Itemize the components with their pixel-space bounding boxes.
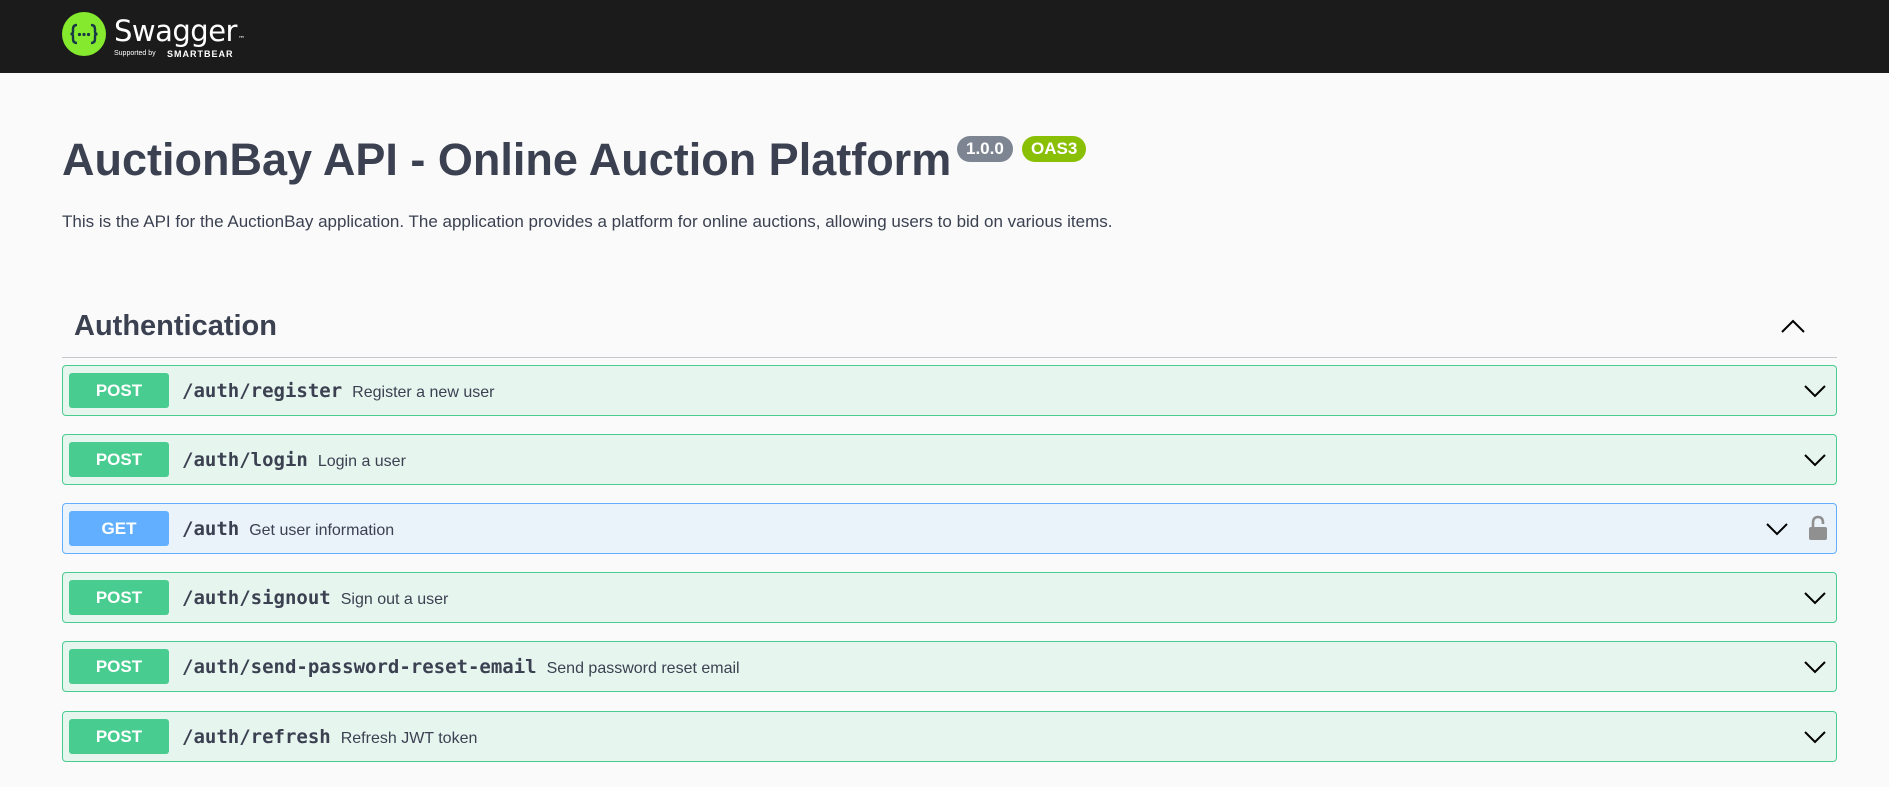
operation-post-auth-register[interactable]: POST /auth/register Register a new user <box>62 365 1837 416</box>
operation-path-line: /auth/register Register a new user <box>182 380 494 402</box>
chevron-down-icon[interactable] <box>1802 449 1828 471</box>
operation-path: /auth/send-password-reset-email <box>182 656 537 678</box>
method-badge: GET <box>69 511 169 546</box>
chevron-down-icon[interactable] <box>1802 380 1828 402</box>
operation-post-auth-refresh[interactable]: POST /auth/refresh Refresh JWT token <box>62 711 1837 762</box>
chevron-down-icon[interactable] <box>1764 518 1790 540</box>
chevron-up-icon[interactable] <box>1779 316 1807 336</box>
logo-supported-text: Supported by <box>114 50 156 57</box>
operation-path-line: /auth/refresh Refresh JWT token <box>182 726 477 748</box>
logo-name: Swagger <box>114 14 237 48</box>
api-description: This is the API for the AuctionBay appli… <box>62 212 1113 231</box>
topbar: Swagger™ Supported by SMARTBEAR <box>0 0 1889 73</box>
method-badge: POST <box>69 373 169 408</box>
operation-path-line: /auth/send-password-reset-email Send pass… <box>182 656 740 678</box>
logo-brand: SMARTBEAR <box>167 49 234 59</box>
operation-post-auth-signout[interactable]: POST /auth/signout Sign out a user <box>62 572 1837 623</box>
method-badge: POST <box>69 580 169 615</box>
operation-summary: Refresh JWT token <box>340 730 478 747</box>
api-title: AuctionBay API - Online Auction Platform <box>62 134 952 185</box>
chevron-down-icon[interactable] <box>1802 726 1828 748</box>
operation-summary: Register a new user <box>352 384 495 401</box>
version-badge: 1.0.0 <box>957 136 1013 162</box>
swagger-logo-icon[interactable] <box>62 12 106 56</box>
operation-summary: Sign out a user <box>340 591 449 608</box>
operation-post-auth-login[interactable]: POST /auth/login Login a user <box>62 434 1837 485</box>
operation-path: /auth/register <box>182 380 343 402</box>
method-badge: POST <box>69 442 169 477</box>
operation-path: /auth/signout <box>182 587 331 609</box>
operation-get-auth[interactable]: GET /auth Get user information <box>62 503 1837 554</box>
method-badge: POST <box>69 649 169 684</box>
operation-path-line: /auth/signout Sign out a user <box>182 587 448 609</box>
operation-path: /auth/refresh <box>182 726 331 748</box>
operation-summary: Get user information <box>249 522 395 539</box>
operation-path-line: /auth/login Login a user <box>182 449 406 471</box>
operation-path: /auth <box>182 518 240 540</box>
chevron-down-icon[interactable] <box>1802 587 1828 609</box>
lock-icon[interactable] <box>1806 515 1830 541</box>
logo-wordmark[interactable]: Swagger™ <box>114 14 245 48</box>
chevron-down-icon[interactable] <box>1802 656 1828 678</box>
operation-path-line: /auth Get user information <box>182 518 394 540</box>
oas-badge: OAS3 <box>1022 136 1087 162</box>
operation-path: /auth/login <box>182 449 308 471</box>
method-badge: POST <box>69 719 169 754</box>
logo-trademark: ™ <box>237 35 245 43</box>
section-title: Authentication <box>74 310 277 342</box>
operation-summary: Send password reset email <box>546 660 740 677</box>
section-authentication[interactable]: Authentication <box>62 300 1837 358</box>
operation-summary: Login a user <box>317 453 406 470</box>
operation-post-auth-send-password-reset-email[interactable]: POST /auth/send-password-reset-email Send… <box>62 641 1837 692</box>
